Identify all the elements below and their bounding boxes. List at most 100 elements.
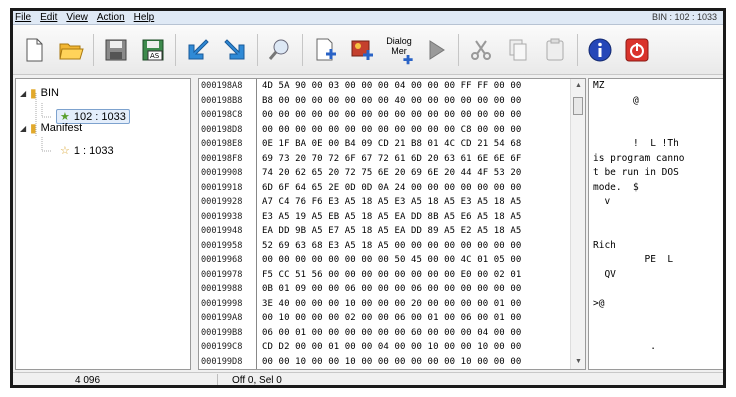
menu-view[interactable]: View [66, 12, 88, 23]
hex-row: 00 00 00 00 00 00 00 00 00 00 00 00 00 0… [262, 110, 522, 120]
hex-row: F5 CC 51 56 00 00 00 00 00 00 00 00 E0 0… [262, 269, 522, 280]
ascii-row: . [593, 341, 656, 352]
menu-action[interactable]: Action [97, 12, 125, 23]
exit-button[interactable] [622, 35, 652, 65]
toolbar-separator [93, 33, 94, 66]
add-document-icon [316, 38, 336, 60]
find-button[interactable] [265, 35, 295, 65]
ascii-row [589, 210, 723, 225]
toolbar-separator [577, 33, 578, 66]
cut-button[interactable] [466, 35, 496, 65]
about-button[interactable] [585, 35, 615, 65]
menu-help[interactable]: Help [134, 12, 155, 23]
hex-view[interactable]: 000198A8 000198B8 000198C8 000198D8 000198E8… [198, 78, 586, 370]
open-folder-button[interactable] [56, 35, 86, 65]
tree-node-1-1033[interactable]: ☆ 1 : 1033 [60, 144, 114, 158]
copy-button[interactable] [503, 35, 533, 65]
info-icon [588, 38, 612, 61]
app-window: File Edit View Action Help BIN : 102 : 1… [10, 8, 726, 388]
hex-row: 52 69 63 68 E3 A5 18 A5 00 00 00 00 00 0… [262, 240, 522, 251]
run-script-button[interactable] [421, 35, 451, 65]
hex-row: EA DD 9B A5 E7 A5 18 A5 EA DD 89 A5 E2 A… [262, 226, 522, 236]
expand-triangle-icon[interactable]: ◢ [20, 124, 30, 133]
hex-row: CD D2 00 00 01 00 00 04 00 00 10 00 00 1… [262, 342, 522, 352]
hex-bytes-column[interactable]: 4D 5A 90 00 03 00 00 00 04 00 00 00 FF F… [258, 79, 571, 369]
ascii-row [589, 108, 723, 123]
hex-address: 00019958 [201, 240, 243, 251]
new-file-button[interactable] [19, 35, 49, 65]
arrow-down-right-icon [224, 38, 245, 59]
ascii-row: >@ [593, 297, 605, 309]
menu-file[interactable]: File [15, 12, 31, 23]
save-button[interactable] [101, 35, 131, 65]
ascii-row: mode. $ [593, 181, 639, 193]
status-bar: 4 096 Off 0, Sel 0 [13, 372, 723, 386]
hex-row: 69 73 20 70 72 6F 67 72 61 6D 20 63 61 6… [262, 153, 522, 164]
folder-open-icon [59, 43, 84, 59]
hex-row: 4D 5A 90 00 03 00 00 00 04 00 00 00 FF F… [262, 81, 522, 91]
hex-row: 0B 01 09 00 00 06 00 00 00 06 00 00 00 0… [262, 284, 522, 294]
hex-address: 000199B8 [201, 327, 243, 338]
hex-address: 000199D8 [201, 356, 243, 367]
ascii-row: MZ [593, 80, 605, 91]
tree-node-bin[interactable]: ◢ ▮ BIN [20, 86, 59, 100]
dialog-merger-label-line1: Dialog [386, 35, 412, 46]
import-button[interactable] [183, 35, 213, 65]
hex-row: E3 A5 19 A5 EB A5 18 A5 EA DD 8B A5 E6 A… [262, 211, 522, 222]
tree-node-label: 1 : 1033 [73, 144, 114, 157]
add-resource-button[interactable] [310, 35, 340, 65]
svg-text:AS: AS [150, 52, 160, 60]
toolbar: AS Dialog Mer ✚ [13, 25, 723, 75]
scroll-up-arrow-icon[interactable]: ▲ [571, 79, 585, 93]
ascii-row: @ [593, 94, 639, 106]
hex-row: A7 C4 76 F6 E3 A5 18 A5 E3 A5 18 A5 E3 A… [262, 197, 522, 207]
ascii-row: Rich [593, 239, 616, 251]
hex-address: 000198E8 [201, 139, 243, 149]
new-file-icon [26, 38, 43, 61]
save-as-button[interactable]: AS [138, 35, 168, 65]
dialog-merger-button[interactable]: Dialog Mer ✚ [384, 33, 414, 67]
toolbar-separator [257, 33, 258, 66]
paste-button[interactable] [540, 35, 570, 65]
hex-row: 0E 1F BA 0E 00 B4 09 CD 21 B8 01 4C CD 2… [262, 139, 522, 149]
add-image-button[interactable] [347, 35, 377, 65]
ascii-row: QV [593, 268, 616, 280]
folder-icon: ▮ [30, 86, 37, 100]
scroll-thumb[interactable] [573, 97, 583, 115]
hex-address: 000198F8 [201, 153, 243, 164]
export-button[interactable] [220, 35, 250, 65]
menu-edit[interactable]: Edit [40, 12, 57, 23]
hex-address: 00019988 [201, 284, 243, 294]
hex-address: 000199C8 [201, 342, 243, 352]
address-column: 000198A8 000198B8 000198C8 000198D8 000198E8… [199, 79, 257, 369]
hex-address: 00019978 [201, 269, 243, 280]
ascii-row: is program canno [593, 152, 685, 164]
hex-row: 06 00 01 00 00 00 00 00 00 60 00 00 00 0… [262, 327, 522, 338]
hex-address: 000198B8 [201, 95, 243, 106]
ascii-row: ! L !Th [593, 138, 679, 149]
ascii-row: v [593, 196, 611, 207]
hex-address: 00019918 [201, 182, 243, 193]
expand-triangle-icon[interactable]: ◢ [20, 89, 30, 98]
resource-tree[interactable]: ◢ ▮ BIN ★ 102 : 1033 ◢ ▮ Manifest ☆ 1 : … [15, 78, 191, 370]
hex-row: 00 00 00 00 00 00 00 00 00 00 00 00 C8 0… [262, 124, 522, 135]
vertical-scrollbar[interactable]: ▲ ▼ [570, 79, 585, 369]
ascii-row [589, 311, 723, 326]
status-offset: Off 0, Sel 0 [232, 374, 282, 386]
save-as-icon: AS [142, 39, 164, 60]
ascii-row [589, 355, 723, 370]
hex-address: 00019998 [201, 298, 243, 309]
scroll-down-arrow-icon[interactable]: ▼ [571, 355, 585, 369]
ascii-view[interactable]: MZ @ ! L !Th is program canno t be run in … [588, 78, 723, 370]
star-outline-icon: ☆ [60, 145, 70, 157]
hex-address: 00019948 [201, 226, 243, 236]
paste-icon [546, 38, 564, 60]
tree-node-label: BIN [40, 87, 59, 99]
add-image-icon [351, 40, 373, 60]
folder-icon: ▮ [30, 121, 37, 135]
tree-node-manifest[interactable]: ◢ ▮ Manifest [20, 121, 82, 135]
save-icon [105, 39, 127, 60]
ascii-row [589, 224, 723, 239]
arrow-down-left-icon [188, 38, 209, 59]
ascii-row [589, 282, 723, 297]
